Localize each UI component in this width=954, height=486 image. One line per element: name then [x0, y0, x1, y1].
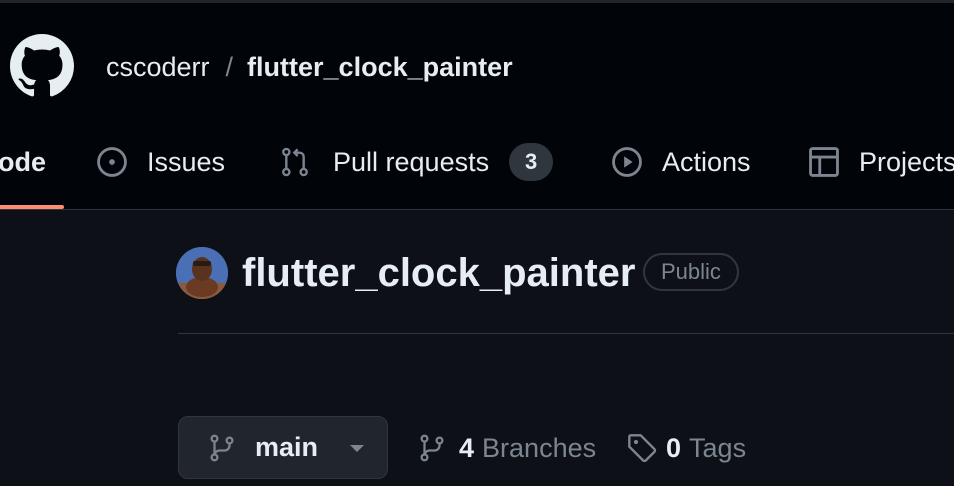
tab-pull-requests[interactable]: Pull requests 3 [279, 140, 554, 184]
tab-projects[interactable]: Projects [807, 140, 954, 184]
branch-select-label: main [255, 432, 319, 462]
issue-icon [97, 147, 127, 177]
table-icon [809, 147, 839, 177]
tab-issues[interactable]: Issues [95, 140, 225, 184]
pull-requests-counter: 3 [509, 143, 554, 181]
tab-actions[interactable]: Actions [610, 140, 751, 184]
branches-count: 4 [459, 432, 475, 463]
tab-issues-label: Issues [147, 146, 226, 177]
tab-actions-label: Actions [662, 146, 751, 177]
title-divider [178, 333, 954, 334]
branch-select-button[interactable]: main [178, 416, 388, 479]
chevron-down-icon [350, 444, 365, 452]
pull-request-icon [282, 147, 308, 177]
tags-count: 0 [666, 432, 682, 463]
branches-link[interactable]: 4 Branches [417, 425, 596, 471]
top-border [0, 0, 954, 3]
breadcrumb: cscoderr / flutter_clock_painter [106, 50, 513, 84]
tags-label: Tags [689, 432, 747, 463]
tab-code-label: ode [0, 146, 47, 177]
breadcrumb-separator: / [225, 52, 234, 82]
tab-pull-requests-label: Pull requests [333, 146, 490, 177]
git-branch-icon [420, 434, 444, 462]
tab-selected-indicator [0, 205, 64, 209]
git-branch-icon [210, 434, 234, 461]
avatar-image [176, 247, 228, 299]
tags-link[interactable]: 0 Tags [626, 425, 746, 471]
tab-code[interactable]: ode [0, 140, 46, 184]
repo-link[interactable]: flutter_clock_painter [247, 52, 513, 82]
visibility-badge: Public [643, 253, 739, 291]
github-logo-icon[interactable] [10, 34, 74, 98]
owner-link[interactable]: cscoderr [106, 52, 210, 82]
avatar[interactable] [176, 247, 228, 299]
repo-header: cscoderr / flutter_clock_painter ode Issue… [0, 0, 954, 210]
play-icon [612, 147, 642, 177]
repo-title[interactable]: flutter_clock_painter [242, 250, 635, 296]
tag-icon [628, 434, 657, 463]
tab-projects-label: Projects [859, 146, 954, 177]
branches-label: Branches [482, 432, 597, 463]
